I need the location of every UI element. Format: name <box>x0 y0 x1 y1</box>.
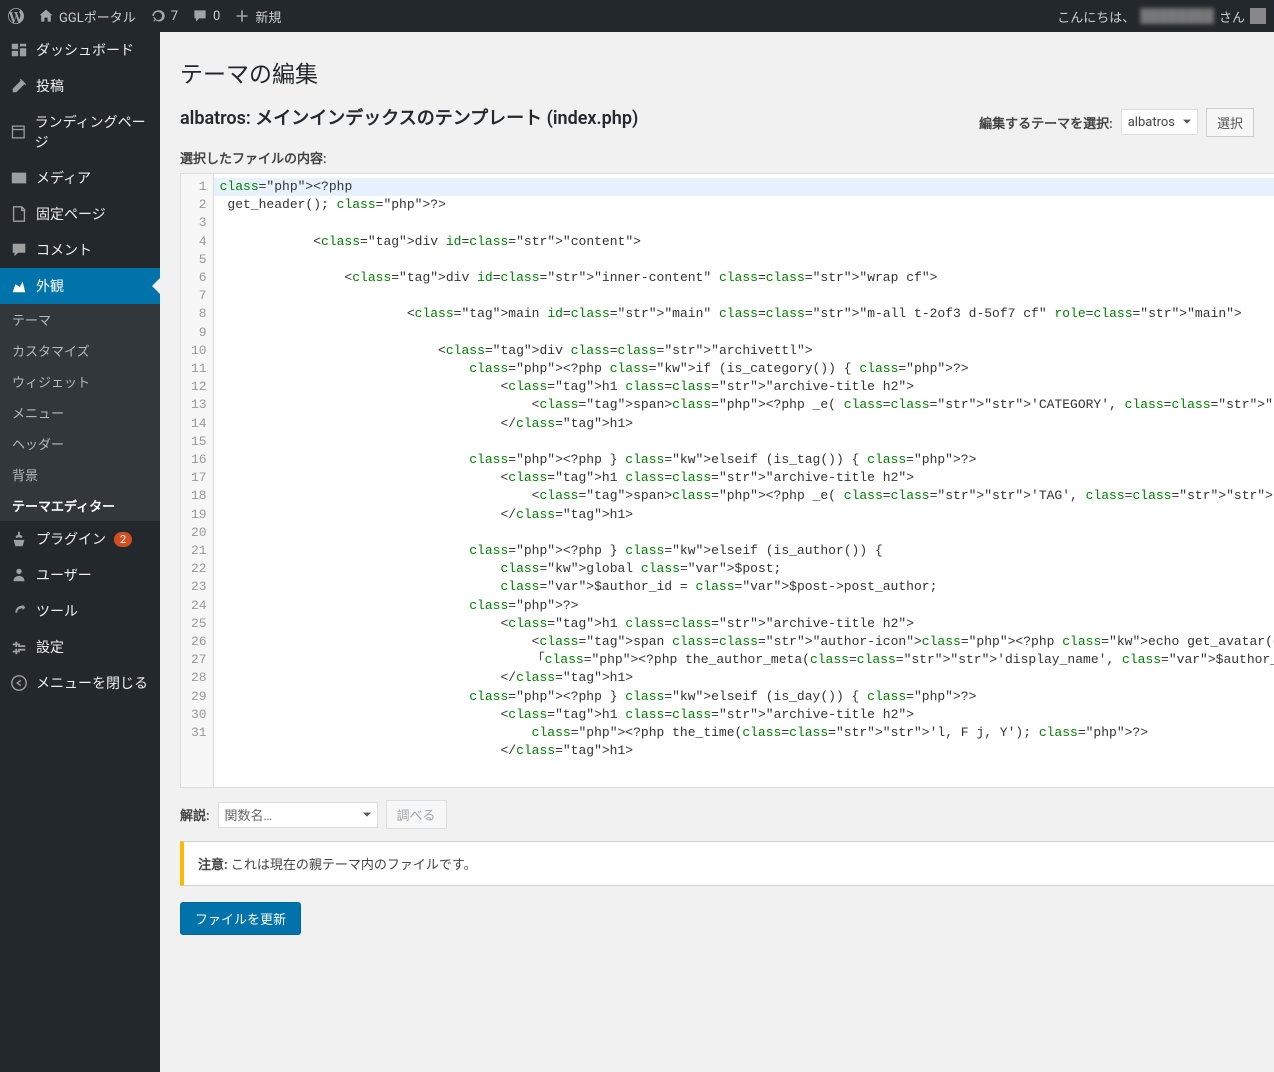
comments-link[interactable]: 0 <box>192 8 220 24</box>
main-content: テーマの編集 albatros: メインインデックスのテンプレート (index… <box>160 32 1274 1072</box>
menu-icon <box>10 205 28 223</box>
menu-4[interactable]: 固定ページ <box>0 196 160 232</box>
theme-selector-label: 編集するテーマを選択: <box>979 113 1113 132</box>
menu-icon <box>10 77 28 95</box>
menu-icon <box>10 638 28 656</box>
menu-0[interactable]: ダッシュボード <box>0 32 160 68</box>
menu-6[interactable]: 外観 <box>0 268 160 304</box>
comment-icon <box>192 8 208 24</box>
menu-1[interactable]: 投稿 <box>0 68 160 104</box>
wordpress-icon <box>8 8 24 24</box>
updates-link[interactable]: 7 <box>150 8 178 24</box>
submenu-item[interactable]: カスタマイズ <box>0 335 160 366</box>
menu-icon <box>10 530 28 548</box>
menu-9[interactable]: ツール <box>0 593 160 629</box>
admin-sidebar: ダッシュボード投稿ランディングページメディア固定ページコメント外観テーマカスタマ… <box>0 32 160 1072</box>
menu-2[interactable]: ランディングページ <box>0 104 160 160</box>
submenu-item[interactable]: テーマ <box>0 304 160 335</box>
doc-label: 解説: <box>180 805 210 824</box>
plus-icon <box>234 8 250 24</box>
page-title: テーマの編集 <box>180 55 1254 89</box>
site-link[interactable]: GGLポータル <box>38 7 136 26</box>
menu-10[interactable]: 設定 <box>0 629 160 665</box>
menu-icon <box>10 169 28 187</box>
submenu-item[interactable]: 背景 <box>0 459 160 490</box>
code-area[interactable]: class="php"><?php get_header(); class="p… <box>214 174 1274 787</box>
doc-select[interactable]: 関数名… <box>218 802 378 828</box>
avatar-icon <box>1250 8 1266 24</box>
wp-logo[interactable] <box>8 8 24 24</box>
refresh-icon <box>150 8 166 24</box>
doc-lookup-button[interactable]: 調べる <box>386 800 447 829</box>
menu-icon <box>10 41 28 59</box>
menu-icon <box>10 674 28 692</box>
update-file-button[interactable]: ファイルを更新 <box>180 902 301 935</box>
theme-select[interactable]: albatros <box>1121 109 1198 135</box>
file-heading: albatros: メインインデックスのテンプレート (index.php) <box>180 104 638 130</box>
menu-8[interactable]: ユーザー <box>0 557 160 593</box>
menu-icon <box>10 241 28 259</box>
line-gutter: 1234567891011121314151617181920212223242… <box>181 174 214 787</box>
selected-file-label: 選択したファイルの内容: <box>180 148 1274 167</box>
menu-icon <box>10 566 28 584</box>
admin-bar: GGLポータル 7 0 新規 こんにちは、████████ さん <box>0 0 1274 32</box>
menu-5[interactable]: コメント <box>0 232 160 268</box>
submenu-item[interactable]: ヘッダー <box>0 428 160 459</box>
menu-icon <box>10 602 28 620</box>
submenu-item[interactable]: ウィジェット <box>0 366 160 397</box>
select-button[interactable]: 選択 <box>1206 108 1254 137</box>
menu-icon <box>10 277 28 295</box>
greeting[interactable]: こんにちは、████████ さん <box>1057 7 1266 26</box>
menu-7[interactable]: プラグイン2 <box>0 521 160 557</box>
code-editor[interactable]: 1234567891011121314151617181920212223242… <box>180 173 1274 788</box>
menu-icon <box>10 123 27 141</box>
parent-theme-notice: 注意: これは現在の親テーマ内のファイルです。 <box>180 841 1274 886</box>
submenu-item[interactable]: メニュー <box>0 397 160 428</box>
home-icon <box>38 8 54 24</box>
menu-3[interactable]: メディア <box>0 160 160 196</box>
new-link[interactable]: 新規 <box>234 7 281 26</box>
submenu-item[interactable]: テーマエディター <box>0 490 160 521</box>
menu-11[interactable]: メニューを閉じる <box>0 665 160 701</box>
